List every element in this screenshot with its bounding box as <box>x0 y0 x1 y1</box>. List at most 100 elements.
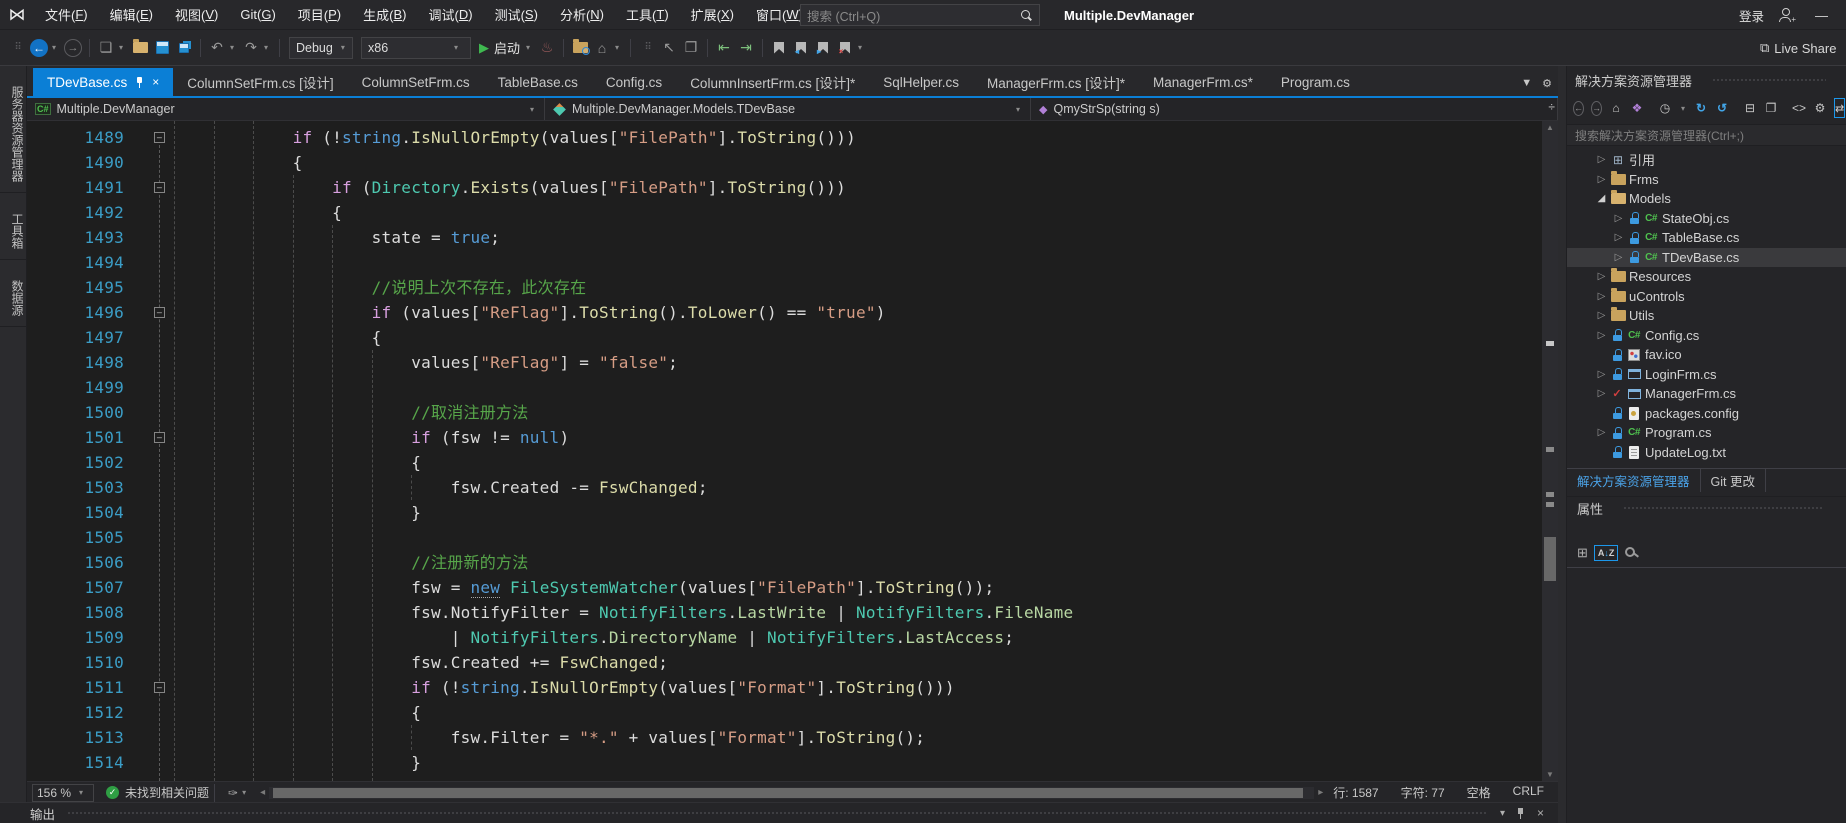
document-list-icon[interactable]: ▼ <box>1521 77 1532 90</box>
forward-icon[interactable]: → <box>1591 101 1602 116</box>
live-share-button[interactable]: ⧉ Live Share <box>1760 30 1846 66</box>
properties-title-bar[interactable]: 属性 <box>1567 496 1846 520</box>
show-all-files-icon[interactable]: ❐ <box>1764 101 1778 115</box>
tab-SqlHelper.cs[interactable]: SqlHelper.cs <box>869 68 973 96</box>
scroll-down-icon[interactable]: ▼ <box>1542 770 1558 779</box>
outdent-button[interactable]: ⇤ <box>714 36 734 60</box>
breadcrumb-project-dropdown[interactable]: C# Multiple.DevManager ▾ <box>27 98 545 120</box>
panel-tab-解决方案资源管理器[interactable]: 解决方案资源管理器 <box>1567 469 1701 492</box>
toolbar-drag-handle[interactable]: ⠿ <box>637 36 657 60</box>
expander-icon[interactable]: ▷ <box>1594 369 1609 380</box>
tree-item-packages.config[interactable]: packages.config <box>1567 404 1846 424</box>
minimize-button[interactable]: — <box>1807 8 1836 23</box>
tree-item-Utils[interactable]: ▷Utils <box>1567 306 1846 326</box>
menu-项目[interactable]: 项目(P) <box>287 0 352 29</box>
bookmark-clear-button[interactable]: × <box>835 36 855 60</box>
debug-configuration-dropdown[interactable]: Debug▾ <box>289 37 353 59</box>
doc-arrow-button[interactable]: ❐ <box>681 36 701 60</box>
back-button[interactable]: ← <box>29 36 49 60</box>
redo-button[interactable]: ↷ <box>241 36 261 60</box>
pending-changes-icon[interactable]: ◷ <box>1658 101 1672 115</box>
menu-测试[interactable]: 测试(S) <box>484 0 549 29</box>
account-icon[interactable] <box>1778 8 1793 22</box>
code-editor[interactable]: 1489– if (!string.IsNullOrEmpty(values["… <box>27 121 1558 781</box>
preview-icon[interactable]: ❖ <box>1630 101 1644 115</box>
tree-item-UpdateLog.txt[interactable]: UpdateLog.txt <box>1567 443 1846 463</box>
tab-ColumnSetFrm.cs[interactable]: ColumnSetFrm.cs <box>348 68 484 96</box>
tab-ManagerFrm.cs [设计]*[interactable]: ManagerFrm.cs [设计]* <box>973 68 1139 96</box>
expander-icon[interactable]: ▷ <box>1594 427 1609 438</box>
home-icon[interactable]: ⌂ <box>1609 101 1623 115</box>
chevron-down-icon[interactable]: ▾ <box>1681 104 1685 113</box>
output-window-title-bar[interactable]: 输出 ▾ × <box>0 802 1558 823</box>
tree-item-Resources[interactable]: ▷Resources <box>1567 267 1846 287</box>
refresh-icon[interactable]: ↻ <box>1694 101 1708 115</box>
expander-icon[interactable]: ▷ <box>1611 213 1626 224</box>
tree-item-fav.ico[interactable]: fav.ico <box>1567 345 1846 365</box>
panel-splitter[interactable] <box>1558 66 1566 823</box>
menu-工具[interactable]: 工具(T) <box>615 0 680 29</box>
save-button[interactable] <box>152 36 172 60</box>
tree-item-ManagerFrm.cs[interactable]: ▷✓ManagerFrm.cs <box>1567 384 1846 404</box>
fold-collapse-icon[interactable]: – <box>154 307 165 318</box>
indent-button[interactable]: ⇥ <box>736 36 756 60</box>
categorized-icon[interactable]: ⊞ <box>1577 545 1588 561</box>
menu-调试[interactable]: 调试(D) <box>418 0 484 29</box>
menu-视图[interactable]: 视图(V) <box>164 0 229 29</box>
collapse-all-icon[interactable]: ⊟ <box>1743 101 1757 115</box>
tab-TableBase.cs[interactable]: TableBase.cs <box>484 68 592 96</box>
chevron-down-icon[interactable]: ▾ <box>615 43 623 52</box>
fold-collapse-icon[interactable]: – <box>154 132 165 143</box>
chevron-down-icon[interactable]: ▾ <box>119 43 127 52</box>
menu-扩展[interactable]: 扩展(X) <box>680 0 745 29</box>
chevron-down-icon[interactable]: ▾ <box>526 43 534 52</box>
tab-ColumnSetFrm.cs [设计][interactable]: ColumnSetFrm.cs [设计] <box>173 68 347 96</box>
scroll-up-icon[interactable]: ▲ <box>1542 123 1558 132</box>
chevron-down-icon[interactable]: ▾ <box>230 43 238 52</box>
zoom-level-dropdown[interactable]: 156 % ▾ <box>32 784 94 802</box>
editor-split-handle[interactable]: ÷ <box>1548 100 1555 114</box>
tree-item-LoginFrm.cs[interactable]: ▷LoginFrm.cs <box>1567 365 1846 385</box>
alphabetical-sort-icon[interactable]: A↓Z <box>1594 545 1619 561</box>
property-key-icon[interactable] <box>1624 545 1640 561</box>
fold-collapse-icon[interactable]: – <box>154 682 165 693</box>
chevron-down-icon[interactable]: ▾ <box>264 43 272 52</box>
column-indicator[interactable]: 字符: 77 <box>1401 784 1445 801</box>
tree-item-引用[interactable]: ▷⊞引用 <box>1567 150 1846 170</box>
tool-window-tab-工具箱[interactable]: 工具箱 <box>0 193 26 260</box>
undo-button[interactable]: ↶ <box>207 36 227 60</box>
tree-item-Models[interactable]: ◢Models <box>1567 189 1846 209</box>
expander-icon[interactable]: ▷ <box>1594 388 1609 399</box>
code-health-indicator[interactable]: ✓ 未找到相关问题 <box>106 784 209 801</box>
solution-explorer-title-bar[interactable]: 解决方案资源管理器 <box>1567 66 1846 94</box>
tab-TDevBase.cs[interactable]: TDevBase.cs× <box>33 68 173 96</box>
tree-item-uControls[interactable]: ▷uControls <box>1567 287 1846 307</box>
global-search-box[interactable]: 搜索 (Ctrl+Q) <box>800 4 1040 26</box>
properties-icon[interactable]: ⚙ <box>1813 101 1827 115</box>
expander-icon[interactable]: ▷ <box>1594 330 1609 341</box>
tree-item-TDevBase.cs[interactable]: ▷C#TDevBase.cs <box>1567 248 1846 268</box>
tree-item-Config.cs[interactable]: ▷C#Config.cs <box>1567 326 1846 346</box>
start-debugging-button[interactable]: ▶启动 <box>479 38 520 57</box>
new-project-button[interactable]: ❏ <box>96 36 116 60</box>
expander-icon[interactable]: ▷ <box>1594 174 1609 185</box>
window-position-icon[interactable]: ▾ <box>1500 808 1505 819</box>
solution-explorer-search[interactable]: 搜索解决方案资源管理器(Ctrl+;) <box>1567 124 1846 146</box>
scroll-right-icon[interactable]: ▸ <box>1318 787 1323 798</box>
save-all-button[interactable] <box>174 36 194 60</box>
close-icon[interactable]: × <box>152 75 159 89</box>
tab-Program.cs[interactable]: Program.cs <box>1267 68 1364 96</box>
forward-button[interactable]: → <box>63 36 83 60</box>
tree-item-StateObj.cs[interactable]: ▷C#StateObj.cs <box>1567 209 1846 229</box>
open-folder-button[interactable] <box>130 36 150 60</box>
tree-item-Program.cs[interactable]: ▷C#Program.cs <box>1567 423 1846 443</box>
menu-分析[interactable]: 分析(N) <box>549 0 615 29</box>
tree-item-Frms[interactable]: ▷Frms <box>1567 170 1846 190</box>
breadcrumb-type-dropdown[interactable]: Multiple.DevManager.Models.TDevBase ▾ <box>545 98 1031 120</box>
platform-dropdown[interactable]: x86▾ <box>361 37 471 59</box>
tab-options-gear-icon[interactable]: ⚙ <box>1542 77 1552 90</box>
line-indicator[interactable]: 行: 1587 <box>1333 784 1378 801</box>
sync-active-document-icon[interactable]: ⇄ <box>1834 98 1845 118</box>
scrollbar-thumb[interactable] <box>273 788 1302 798</box>
close-icon[interactable]: × <box>1537 806 1544 820</box>
